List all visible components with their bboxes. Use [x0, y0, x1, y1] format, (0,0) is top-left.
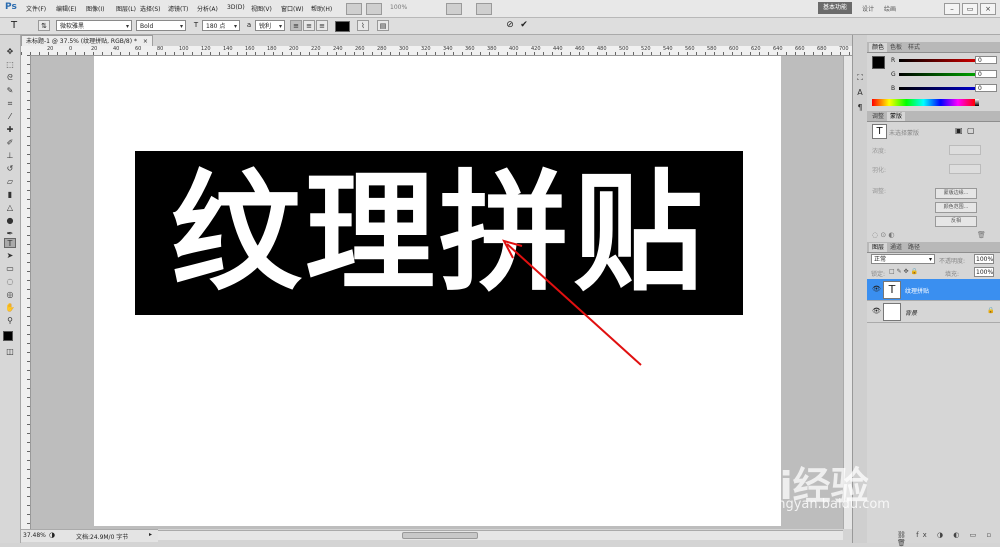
tab-layers[interactable]: 图层 [869, 243, 888, 252]
color-range-button[interactable]: 颜色范围... [935, 202, 977, 213]
opacity-field[interactable]: 100% [974, 254, 994, 264]
mask-panel-tabs: 调整 蒙版 [867, 111, 1000, 122]
layer-name[interactable]: 背景 [905, 308, 917, 317]
horizontal-scrollbar[interactable] [158, 530, 843, 540]
tab-masks[interactable]: 蒙版 [887, 112, 906, 121]
fill-label: 填充: [945, 271, 960, 278]
refine-label: 调整: [872, 188, 887, 195]
opacity-label: 不透明度: [939, 258, 966, 265]
green-label: G [891, 71, 896, 78]
panel-foreground-swatch[interactable] [872, 56, 885, 69]
horizontal-scroll-thumb[interactable] [402, 532, 478, 539]
lock-label: 锁定: [871, 271, 886, 278]
tab-adjustments[interactable]: 调整 [869, 112, 887, 121]
load-selection-icon[interactable]: ◌ ⊙ ◐ [872, 231, 895, 239]
status-doc-info: 文档:24.9M/0 字节 [76, 534, 129, 541]
status-zoom[interactable]: 37.48% [23, 532, 46, 539]
color-panel-tabs: 颜色 色板 样式 [867, 42, 1000, 53]
tab-styles[interactable]: 样式 [905, 43, 923, 52]
mask-type-icon: T [872, 124, 887, 139]
pixel-mask-icon[interactable]: ▣ [955, 126, 963, 135]
text-layer-thumbnail: T [883, 281, 901, 299]
feather-field[interactable] [949, 164, 981, 174]
status-menu-arrow-icon[interactable]: ▸ [149, 531, 152, 538]
delete-mask-icon[interactable]: 🗑 [977, 231, 986, 239]
chevron-down-icon: ▾ [928, 256, 932, 263]
lock-icon: 🔒 [987, 307, 995, 314]
fill-field[interactable]: 100% [974, 267, 994, 277]
blend-mode-value: 正常 [874, 256, 887, 263]
layer-row[interactable]: 👁 背景 🔒 [867, 301, 1000, 323]
mask-edge-button[interactable]: 蒙版边缘... [935, 188, 977, 199]
tab-swatches[interactable]: 色板 [887, 43, 905, 52]
eye-icon[interactable]: 👁 [872, 285, 881, 293]
layer-name[interactable]: 纹理拼贴 [905, 286, 929, 295]
black-white-ramp[interactable] [975, 99, 979, 106]
status-bar: 37.48% ◑ 文档:24.9M/0 字节 ▸ [21, 529, 158, 542]
right-panels: 颜色 色板 样式 R 0 G 0 B 0 调整 蒙版 T 未选择蒙版 ▣ ▢ 浓… [867, 35, 1000, 547]
lock-icons[interactable]: □ ✎ ✥ 🔒 [889, 268, 918, 275]
panel-3d-icon[interactable]: ⛶ [854, 73, 866, 83]
mask-title: 未选择蒙版 [889, 130, 920, 137]
tab-channels[interactable]: 通道 [887, 243, 905, 252]
blue-value[interactable]: 0 [975, 84, 997, 92]
status-info-icon[interactable]: ◑ [49, 531, 55, 539]
character-panel-icon[interactable]: A [854, 88, 866, 98]
layer-footer-icons[interactable]: ⛓ fx ◑ ◐ ▭ ▫ 🗑 [897, 531, 1000, 547]
paragraph-panel-icon[interactable]: ¶ [854, 103, 866, 113]
invert-button[interactable]: 反相 [935, 216, 977, 227]
density-label: 浓度: [872, 148, 887, 155]
layer-row[interactable]: 👁 T 纹理拼贴 [867, 279, 1000, 301]
layers-panel-tabs: 图层 通道 路径 [867, 242, 1000, 253]
tab-paths[interactable]: 路径 [905, 243, 923, 252]
vector-mask-icon[interactable]: ▢ [967, 126, 975, 135]
background-layer-thumbnail [883, 303, 901, 321]
color-spectrum-bar[interactable] [872, 99, 975, 106]
blend-mode-select[interactable]: 正常 ▾ [871, 254, 935, 264]
green-value[interactable]: 0 [975, 70, 997, 78]
red-label: R [891, 57, 896, 64]
baidu-watermark-url: jingyan.baidu.com [770, 497, 890, 512]
feather-label: 羽化: [872, 167, 887, 174]
red-value[interactable]: 0 [975, 56, 997, 64]
eye-icon[interactable]: 👁 [872, 307, 881, 315]
tab-color[interactable]: 颜色 [869, 43, 888, 52]
blue-label: B [891, 85, 896, 92]
density-field[interactable] [949, 145, 981, 155]
